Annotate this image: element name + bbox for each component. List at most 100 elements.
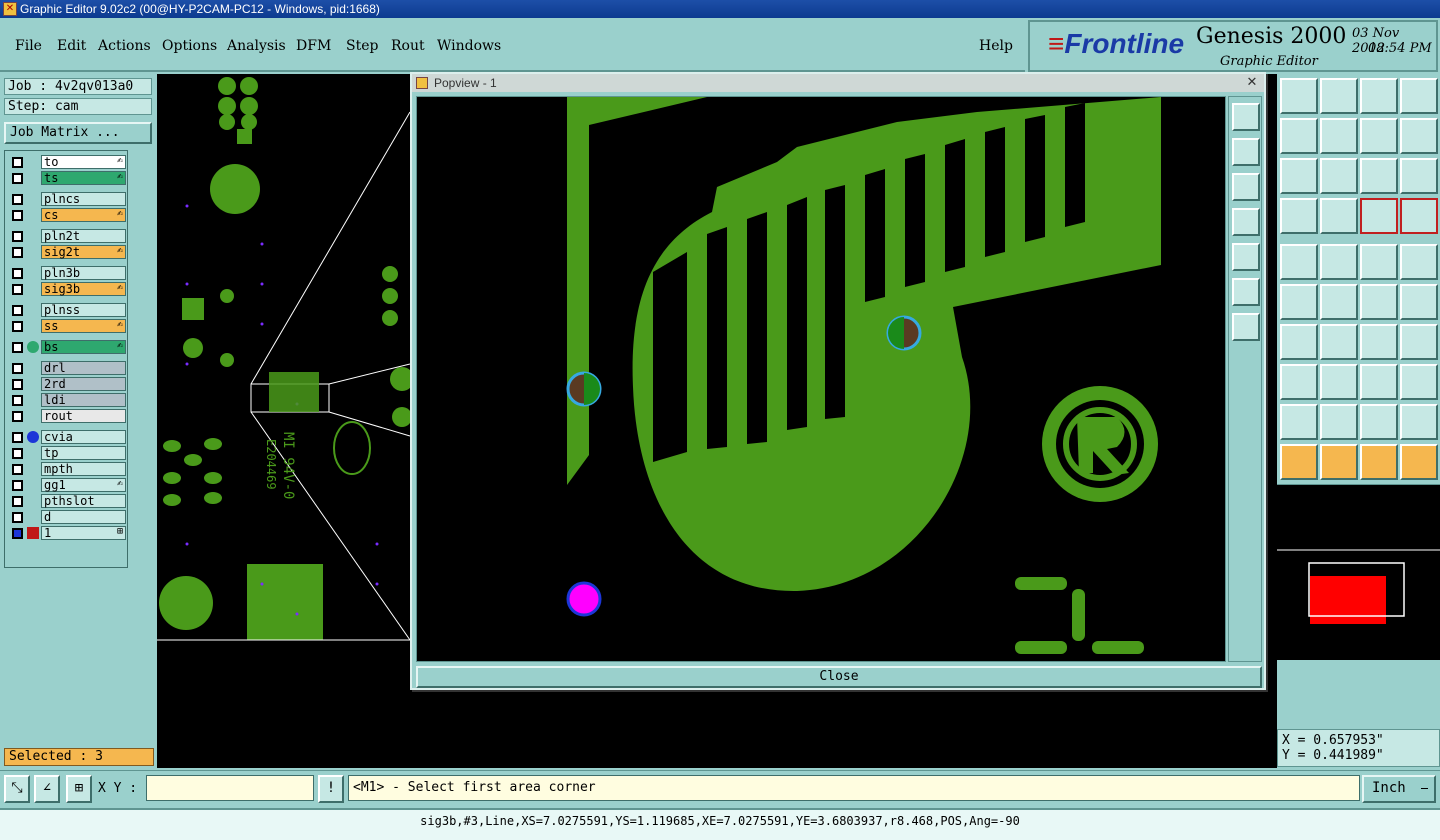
layer-checkbox[interactable] xyxy=(12,173,23,184)
layer-name[interactable]: gg1 xyxy=(41,478,126,492)
select-net-icon[interactable] xyxy=(1400,444,1438,480)
layer-name[interactable]: plncs xyxy=(41,192,126,206)
xy-input[interactable] xyxy=(146,775,314,801)
pop-move-up-icon[interactable] xyxy=(1232,138,1260,166)
layer-name[interactable]: 2rd xyxy=(41,377,126,391)
resize-icon[interactable] xyxy=(1360,364,1398,400)
layer-checkbox[interactable] xyxy=(12,210,23,221)
layer-row-plncs[interactable]: plncs xyxy=(8,192,126,206)
pan-left-icon[interactable] xyxy=(1280,118,1318,154)
connect-icon[interactable] xyxy=(1280,284,1318,320)
layer-row-drl[interactable]: drl xyxy=(8,361,126,375)
layer-row-pln3b[interactable]: pln3b xyxy=(8,266,126,280)
menu-help[interactable]: Help xyxy=(979,38,1013,54)
select-orange-icon[interactable] xyxy=(1360,444,1398,480)
layer-name[interactable]: plnss xyxy=(41,303,126,317)
ruler-icon[interactable] xyxy=(1360,244,1398,280)
pop-zoom-icon[interactable] xyxy=(1232,103,1260,131)
line-icon[interactable] xyxy=(1320,324,1358,360)
tools-icon[interactable] xyxy=(1280,198,1318,234)
menu-windows[interactable]: Windows xyxy=(437,38,501,54)
layer-row-1[interactable]: 1 ⊞ xyxy=(8,526,126,540)
zoom-home-icon[interactable] xyxy=(1280,78,1318,114)
layer-row-gg1[interactable]: gg1 ✍ xyxy=(8,478,126,492)
layer-name[interactable]: pthslot xyxy=(41,494,126,508)
polygon2-icon[interactable] xyxy=(1320,404,1358,440)
layer-name[interactable]: drl xyxy=(41,361,126,375)
redraw-icon[interactable] xyxy=(1400,118,1438,154)
menu-file[interactable]: File xyxy=(15,38,42,54)
layer-checkbox[interactable] xyxy=(12,411,23,422)
menu-analysis[interactable]: Analysis xyxy=(227,38,286,54)
layer-name[interactable]: bs xyxy=(41,340,126,354)
layer-checkbox[interactable] xyxy=(12,480,23,491)
layer-name[interactable]: pln2t xyxy=(41,229,126,243)
layer-name[interactable]: tp xyxy=(41,446,126,460)
layer-row-2rd[interactable]: 2rd xyxy=(8,377,126,391)
pad-icon[interactable] xyxy=(1280,364,1318,400)
layer-row-sig2t[interactable]: sig2t ✍ xyxy=(8,245,126,259)
layer-checkbox[interactable] xyxy=(12,464,23,475)
layer-checkbox[interactable] xyxy=(12,379,23,390)
layer-checkbox[interactable] xyxy=(12,363,23,374)
layer-row-d[interactable]: d xyxy=(8,510,126,524)
layer-checkbox[interactable] xyxy=(12,284,23,295)
select-icon[interactable] xyxy=(1280,444,1318,480)
layer-checkbox[interactable] xyxy=(12,395,23,406)
layer-name[interactable]: cs xyxy=(41,208,126,222)
polygon4-icon[interactable] xyxy=(1400,404,1438,440)
zoom-extents-icon[interactable] xyxy=(1280,158,1318,194)
job-matrix-button[interactable]: Job Matrix ... xyxy=(4,122,152,144)
delete-icon[interactable] xyxy=(1320,284,1358,320)
layer-row-to[interactable]: to ✍ xyxy=(8,155,126,169)
window-split-icon[interactable] xyxy=(1400,78,1438,114)
layer-row-cvia[interactable]: cvia xyxy=(8,430,126,444)
layer-name[interactable]: d xyxy=(41,510,126,524)
layer-row-cs[interactable]: cs ✍ xyxy=(8,208,126,222)
grid-icon[interactable] xyxy=(1320,198,1358,234)
menu-actions[interactable]: Actions xyxy=(98,38,151,54)
snap-red2-icon[interactable] xyxy=(1400,198,1438,234)
layer-checkbox[interactable] xyxy=(12,157,23,168)
pop-move-left-icon[interactable] xyxy=(1232,208,1260,236)
layer-row-tp[interactable]: tp xyxy=(8,446,126,460)
pop-move-right-icon[interactable] xyxy=(1232,243,1260,271)
layer-name[interactable]: cvia xyxy=(41,430,126,444)
layer-row-plnss[interactable]: plnss xyxy=(8,303,126,317)
layer-name[interactable]: sig3b xyxy=(41,282,126,296)
popview-canvas[interactable] xyxy=(416,96,1226,662)
help-icon[interactable] xyxy=(1400,158,1438,194)
gear-icon[interactable] xyxy=(1400,364,1438,400)
pop-move-down-icon[interactable] xyxy=(1232,173,1260,201)
layer-name[interactable]: pln3b xyxy=(41,266,126,280)
menu-step[interactable]: Step xyxy=(346,38,378,54)
menu-rout[interactable]: Rout xyxy=(391,38,425,54)
close-button[interactable]: Close xyxy=(416,666,1262,688)
minimap[interactable] xyxy=(1277,484,1440,664)
layer-checkbox[interactable] xyxy=(12,231,23,242)
layer-checkbox[interactable] xyxy=(12,247,23,258)
zoom-back-icon[interactable] xyxy=(1320,78,1358,114)
layer-name[interactable]: rout xyxy=(41,409,126,423)
polygon3-icon[interactable] xyxy=(1360,404,1398,440)
layer-checkbox[interactable] xyxy=(12,305,23,316)
layer-checkbox[interactable] xyxy=(12,512,23,523)
cut-icon[interactable] xyxy=(1320,364,1358,400)
menu-options[interactable]: Options xyxy=(162,38,217,54)
pop-center-icon[interactable] xyxy=(1232,313,1260,341)
scale-one-icon[interactable] xyxy=(1360,158,1398,194)
layer-checkbox[interactable] xyxy=(12,528,23,539)
layer-checkbox[interactable] xyxy=(12,268,23,279)
zoom-fit-icon[interactable] xyxy=(1360,118,1398,154)
zoom-fit-icon[interactable]: ⤡ xyxy=(4,775,30,803)
popview-close-icon[interactable]: ✕ xyxy=(1244,75,1260,90)
layer-name[interactable]: 1 xyxy=(41,526,126,540)
menu-dfm[interactable]: DFM xyxy=(296,38,331,54)
layer-name[interactable]: sig2t xyxy=(41,245,126,259)
copy-icon[interactable] xyxy=(1400,284,1438,320)
layer-name[interactable]: ss xyxy=(41,319,126,333)
layer-name[interactable]: ts xyxy=(41,171,126,185)
layer-row-pthslot[interactable]: pthslot xyxy=(8,494,126,508)
measure-icon[interactable]: ∠ xyxy=(34,775,60,803)
layer-checkbox[interactable] xyxy=(12,496,23,507)
